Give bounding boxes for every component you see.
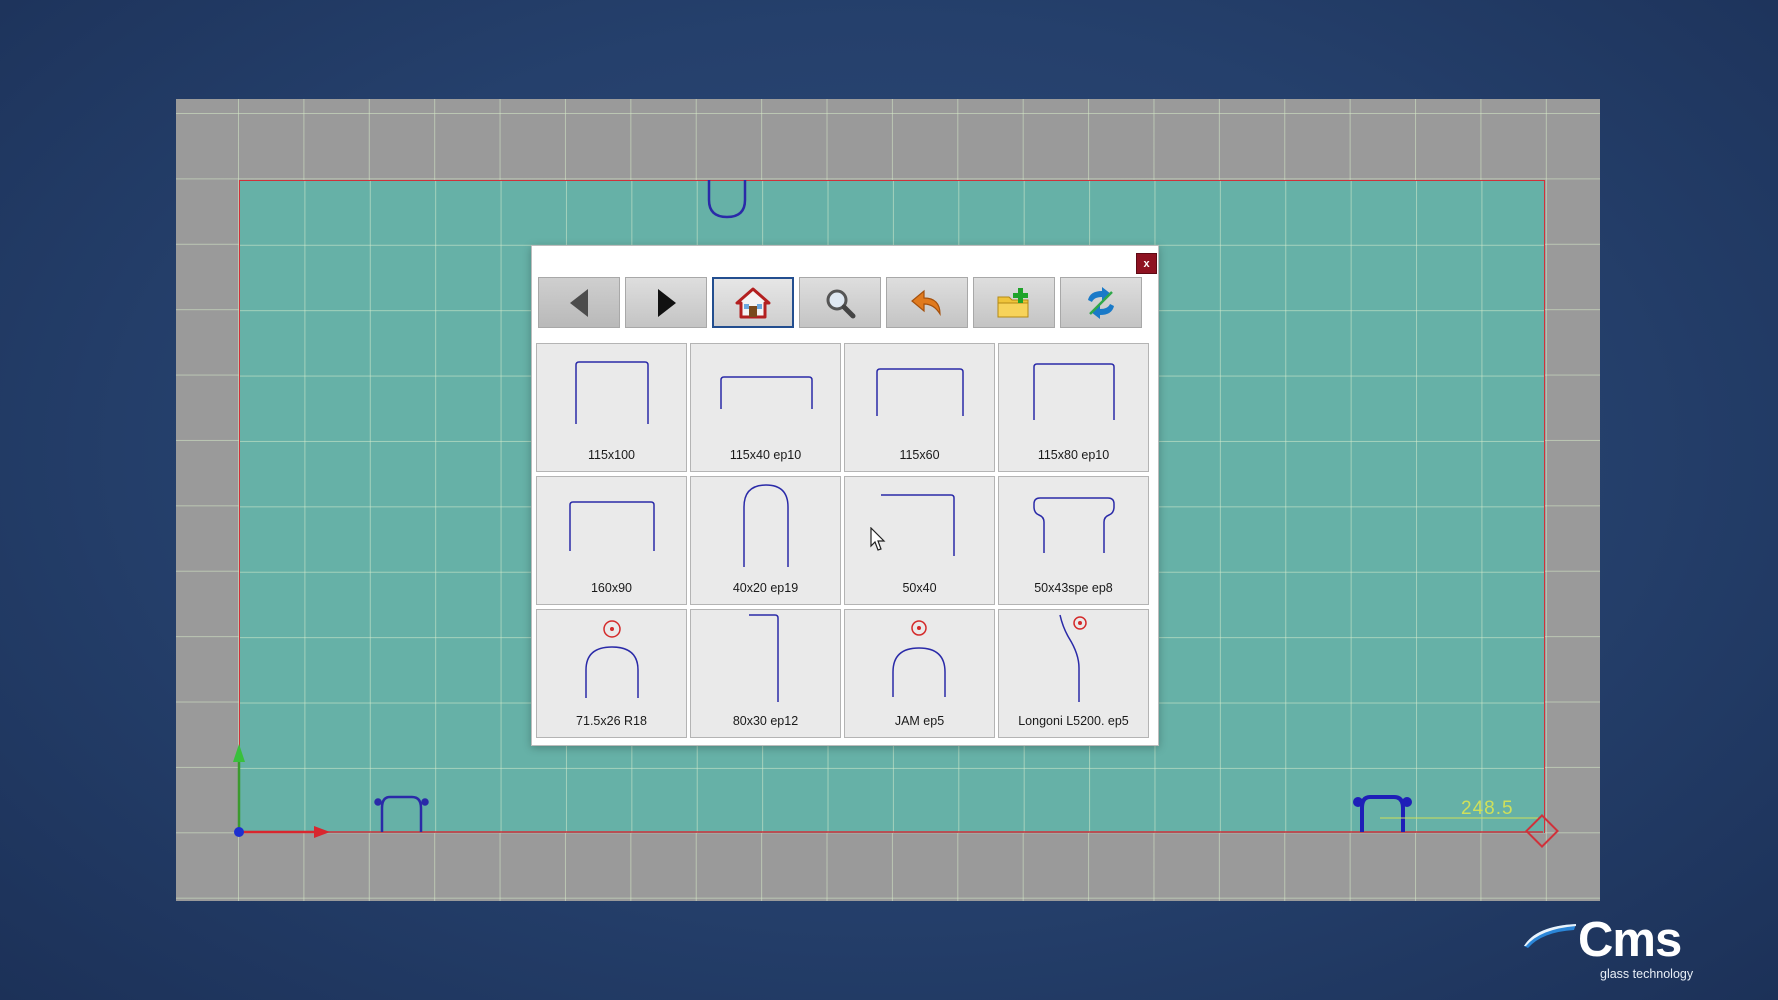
- back-button[interactable]: [538, 277, 620, 328]
- magnifier-icon: [826, 289, 856, 318]
- profile-tile[interactable]: 115x80 ep10: [998, 343, 1149, 472]
- tile-label: 115x100: [587, 448, 636, 462]
- profile-library-dialog: x 115x100 115x40 ep10 115x60 115x80 ep10…: [531, 245, 1159, 746]
- tile-label: 160x90: [590, 581, 632, 595]
- profile-tile[interactable]: JAM ep5: [844, 609, 995, 738]
- profile-tile[interactable]: 71.5x26 R18: [536, 609, 687, 738]
- refresh-icon: [1088, 286, 1114, 319]
- profile-tile[interactable]: 50x43spe ep8: [998, 476, 1149, 605]
- tile-label: 115x40 ep10: [729, 448, 802, 462]
- cms-logo: Cms glass technology: [1520, 913, 1700, 981]
- undo-button[interactable]: [886, 277, 968, 328]
- profile-grid: 115x100 115x40 ep10 115x60 115x80 ep10 1…: [536, 343, 1149, 738]
- tile-label: 50x40: [902, 581, 937, 595]
- dimension-value: 248.5: [1461, 798, 1514, 819]
- undo-arrow-icon: [911, 289, 941, 316]
- refresh-button[interactable]: [1060, 277, 1142, 328]
- home-button[interactable]: [712, 277, 794, 328]
- profile-tile[interactable]: 115x100: [536, 343, 687, 472]
- profile-tile[interactable]: 80x30 ep12: [690, 609, 841, 738]
- tile-label: 50x43spe ep8: [1034, 581, 1113, 595]
- profile-tile[interactable]: 115x40 ep10: [690, 343, 841, 472]
- dialog-toolbar: [538, 277, 1142, 328]
- new-folder-button[interactable]: [973, 277, 1055, 328]
- forward-button[interactable]: [625, 277, 707, 328]
- triangle-right-icon: [658, 288, 676, 317]
- profile-tile[interactable]: Longoni L5200. ep5: [998, 609, 1149, 738]
- profile-tile[interactable]: 40x20 ep19: [690, 476, 841, 605]
- logo-swoosh-icon: [1524, 924, 1576, 948]
- origin-point[interactable]: [234, 827, 244, 837]
- home-icon: [735, 287, 771, 318]
- logo-wordmark: Cms: [1578, 913, 1682, 967]
- tile-label: 71.5x26 R18: [576, 714, 647, 728]
- tile-label: JAM ep5: [894, 714, 945, 728]
- triangle-left-icon: [570, 288, 588, 317]
- logo-tagline: glass technology: [1600, 967, 1694, 981]
- close-button[interactable]: x: [1136, 253, 1157, 274]
- profile-tile[interactable]: 115x60: [844, 343, 995, 472]
- profile-tile[interactable]: 160x90: [536, 476, 687, 605]
- tile-label: 80x30 ep12: [732, 714, 799, 728]
- folder-add-icon: [997, 287, 1029, 317]
- profile-tile[interactable]: 50x40: [844, 476, 995, 605]
- tile-label: 115x80 ep10: [1037, 448, 1110, 462]
- mouse-pointer-icon: [870, 527, 886, 551]
- tile-label: 115x60: [899, 448, 940, 462]
- tile-label: Longoni L5200. ep5: [1018, 714, 1129, 728]
- tile-label: 40x20 ep19: [732, 581, 799, 595]
- search-button[interactable]: [799, 277, 881, 328]
